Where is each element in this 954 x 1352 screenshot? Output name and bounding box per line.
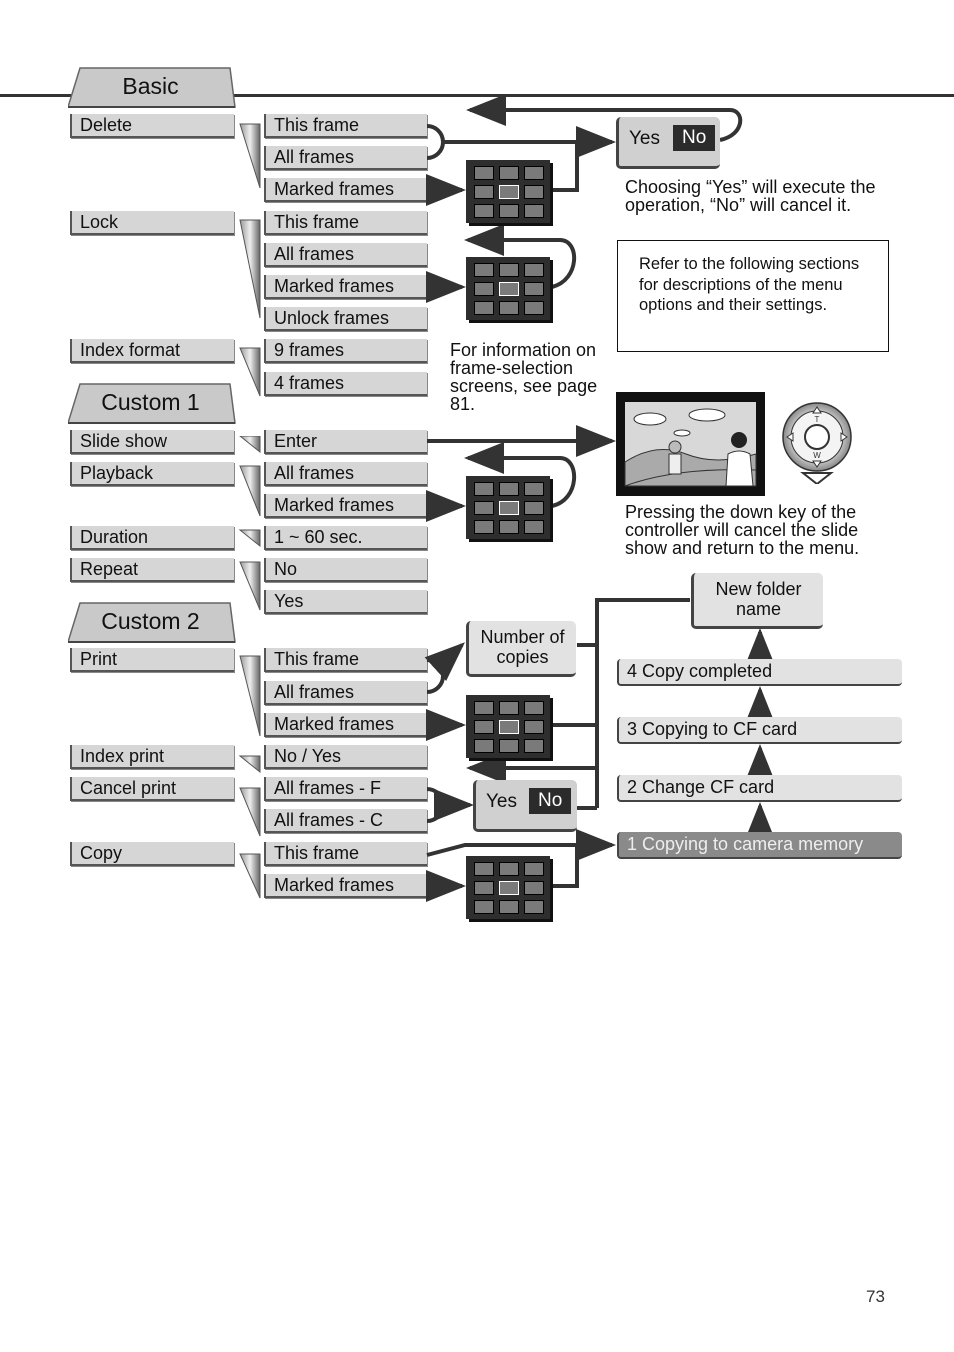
- yes-button[interactable]: Yes: [629, 128, 660, 150]
- info-note-box: Refer to the following sections for desc…: [617, 240, 889, 352]
- confirm-dialog: Yes No: [473, 780, 577, 832]
- confirm-dialog: Yes No: [616, 117, 720, 169]
- caption-yes-no: Choosing “Yes” will execute the operatio…: [625, 177, 876, 215]
- controller-label-top: T: [815, 415, 820, 424]
- copy-step-2: 2 Change CF card: [617, 775, 902, 802]
- copy-step-3: 3 Copying to CF card: [617, 717, 902, 744]
- slideshow-preview-image: [616, 392, 765, 496]
- frame-selection-grid-icon: [466, 257, 550, 320]
- copy-step-1: 1 Copying to camera memory: [617, 832, 902, 859]
- no-button[interactable]: No: [673, 125, 716, 151]
- controller-icon: T W: [781, 402, 853, 486]
- yes-button[interactable]: Yes: [486, 791, 517, 813]
- frame-selection-grid-icon: [466, 160, 550, 223]
- frame-selection-grid-icon: [466, 476, 550, 539]
- copy-step-4: 4 Copy completed: [617, 659, 902, 686]
- page-number: 73: [866, 1287, 885, 1306]
- caption-frame-selection: For information on frame-selection scree…: [450, 340, 598, 414]
- number-of-copies-box[interactable]: Number of copies: [466, 621, 576, 677]
- new-folder-name-box[interactable]: New folder name: [691, 573, 823, 629]
- frame-selection-grid-icon: [466, 856, 550, 919]
- frame-selection-grid-icon: [466, 695, 550, 758]
- controller-label-bottom: W: [813, 451, 821, 460]
- no-button[interactable]: No: [529, 788, 572, 814]
- caption-slideshow: Pressing the down key of the controller …: [625, 502, 860, 558]
